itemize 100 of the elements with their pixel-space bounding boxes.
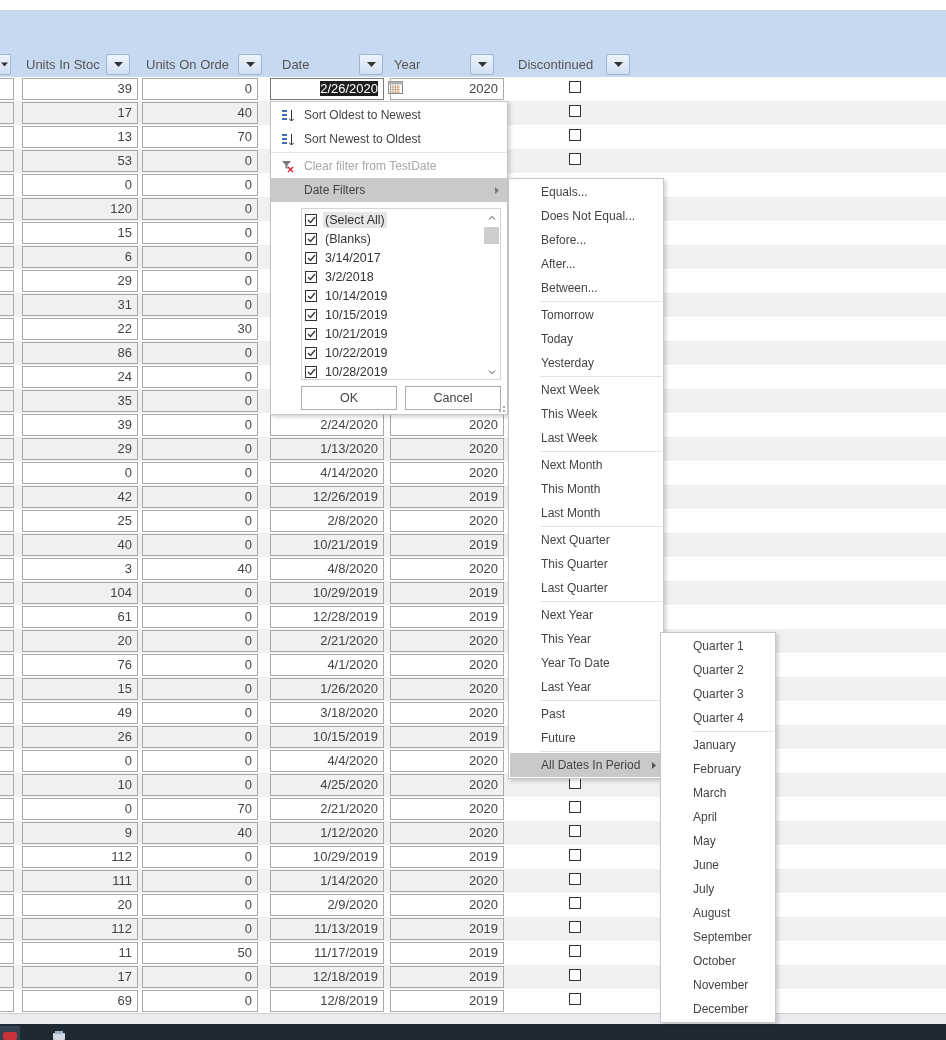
menu-item[interactable]: December xyxy=(662,997,774,1021)
menu-item[interactable]: Year To Date xyxy=(510,651,662,675)
table-cell: 10 xyxy=(22,774,138,796)
checkbox[interactable] xyxy=(569,825,581,837)
dialog-button[interactable]: Cancel xyxy=(405,386,501,410)
menu-item[interactable]: August xyxy=(662,901,774,925)
menu-item[interactable]: Today xyxy=(510,327,662,351)
checkbox[interactable] xyxy=(305,289,317,302)
dropdown-button[interactable] xyxy=(238,53,262,75)
dropdown-button[interactable] xyxy=(0,53,11,75)
menu-item[interactable]: June xyxy=(662,853,774,877)
menu-item[interactable]: April xyxy=(662,805,774,829)
checkbox[interactable] xyxy=(569,993,581,1005)
menu-item[interactable]: Tomorrow xyxy=(510,303,662,327)
menu-item[interactable]: This Month xyxy=(510,477,662,501)
menu-item[interactable]: Next Quarter xyxy=(510,528,662,552)
checkbox[interactable] xyxy=(569,873,581,885)
checkbox[interactable] xyxy=(305,346,317,359)
menu-item[interactable]: Last Month xyxy=(510,501,662,525)
menu-item[interactable]: Between... xyxy=(510,276,662,300)
checkbox[interactable] xyxy=(569,897,581,909)
menu-item[interactable]: Quarter 4 xyxy=(662,706,774,730)
checkbox[interactable] xyxy=(305,308,317,321)
checkbox[interactable] xyxy=(569,81,581,93)
scrollbar-thumb[interactable] xyxy=(484,227,499,244)
list-item[interactable]: (Select All) xyxy=(305,210,483,229)
table-cell: 10/15/2019 xyxy=(270,726,384,748)
checkbox[interactable] xyxy=(305,213,317,226)
list-item[interactable]: 10/22/2019 xyxy=(305,343,483,362)
checkbox[interactable] xyxy=(305,327,317,340)
table-cell xyxy=(0,966,14,988)
checkbox[interactable] xyxy=(305,251,317,264)
menu-item[interactable]: Next Week xyxy=(510,378,662,402)
menu-item[interactable]: Last Year xyxy=(510,675,662,699)
checkbox[interactable] xyxy=(569,945,581,957)
menu-item[interactable]: March xyxy=(662,781,774,805)
table-cell: 2020 xyxy=(390,438,504,460)
menu-item[interactable]: Before... xyxy=(510,228,662,252)
table-cell: 0 xyxy=(142,78,258,100)
menu-item[interactable]: October xyxy=(662,949,774,973)
table-cell: 2020 xyxy=(390,78,504,100)
table-cell xyxy=(0,846,14,868)
checkbox[interactable] xyxy=(305,270,317,283)
table-cell xyxy=(0,630,14,652)
table-cell xyxy=(0,678,14,700)
menu-item[interactable]: November xyxy=(662,973,774,997)
dropdown-button[interactable] xyxy=(606,53,630,75)
menu-item[interactable]: Past xyxy=(510,702,662,726)
dropdown-button[interactable] xyxy=(470,53,494,75)
checkbox[interactable] xyxy=(569,153,581,165)
list-item[interactable]: 3/2/2018 xyxy=(305,267,483,286)
menu-item[interactable]: Future xyxy=(510,726,662,750)
menu-item[interactable]: After... xyxy=(510,252,662,276)
table-cell: 12/26/2019 xyxy=(270,486,384,508)
checkbox[interactable] xyxy=(569,921,581,933)
table-cell: 2020 xyxy=(390,870,504,892)
list-item[interactable]: 3/14/2017 xyxy=(305,248,483,267)
list-item[interactable]: 10/21/2019 xyxy=(305,324,483,343)
menu-item[interactable]: Yesterday xyxy=(510,351,662,375)
dropdown-button[interactable] xyxy=(106,53,130,75)
checkbox[interactable] xyxy=(569,969,581,981)
menu-item[interactable]: This Year xyxy=(510,627,662,651)
menu-item[interactable]: Sort Newest to Oldest xyxy=(271,127,507,151)
menu-item[interactable]: This Quarter xyxy=(510,552,662,576)
checkbox[interactable] xyxy=(569,801,581,813)
menu-item[interactable]: Does Not Equal... xyxy=(510,204,662,228)
menu-item[interactable]: Last Quarter xyxy=(510,576,662,600)
menu-item[interactable]: Date Filters xyxy=(271,178,507,202)
list-item[interactable]: 10/14/2019 xyxy=(305,286,483,305)
checkbox[interactable] xyxy=(569,105,581,117)
menu-item[interactable]: Equals... xyxy=(510,180,662,204)
list-item[interactable]: (Blanks) xyxy=(305,229,483,248)
checkbox[interactable] xyxy=(305,365,317,378)
menu-item[interactable]: January xyxy=(662,733,774,757)
table-cell: 40 xyxy=(142,822,258,844)
table-cell: 2020 xyxy=(390,654,504,676)
menu-item[interactable]: Next Month xyxy=(510,453,662,477)
dropdown-button[interactable] xyxy=(359,53,383,75)
list-item[interactable]: 10/15/2019 xyxy=(305,305,483,324)
menu-item[interactable]: Quarter 1 xyxy=(662,634,774,658)
menu-item[interactable]: Last Week xyxy=(510,426,662,450)
menu-item[interactable]: Sort Oldest to Newest xyxy=(271,103,507,127)
checkbox[interactable] xyxy=(305,232,317,245)
menu-item[interactable]: Quarter 3 xyxy=(662,682,774,706)
table-cell xyxy=(0,990,14,1012)
table-cell: 2019 xyxy=(390,990,504,1012)
menu-item[interactable]: Quarter 2 xyxy=(662,658,774,682)
menu-item[interactable]: May xyxy=(662,829,774,853)
menu-item[interactable]: February xyxy=(662,757,774,781)
list-item[interactable]: 10/28/2019 xyxy=(305,362,483,379)
checkbox[interactable] xyxy=(569,129,581,141)
menu-item[interactable]: This Week xyxy=(510,402,662,426)
menu-item[interactable]: September xyxy=(662,925,774,949)
menu-item[interactable]: All Dates In Period xyxy=(510,753,662,777)
menu-item[interactable]: Next Year xyxy=(510,603,662,627)
table-cell: 0 xyxy=(142,726,258,748)
dialog-button[interactable]: OK xyxy=(301,386,397,410)
checkbox[interactable] xyxy=(569,849,581,861)
table-cell: 0 xyxy=(142,966,258,988)
menu-item[interactable]: July xyxy=(662,877,774,901)
